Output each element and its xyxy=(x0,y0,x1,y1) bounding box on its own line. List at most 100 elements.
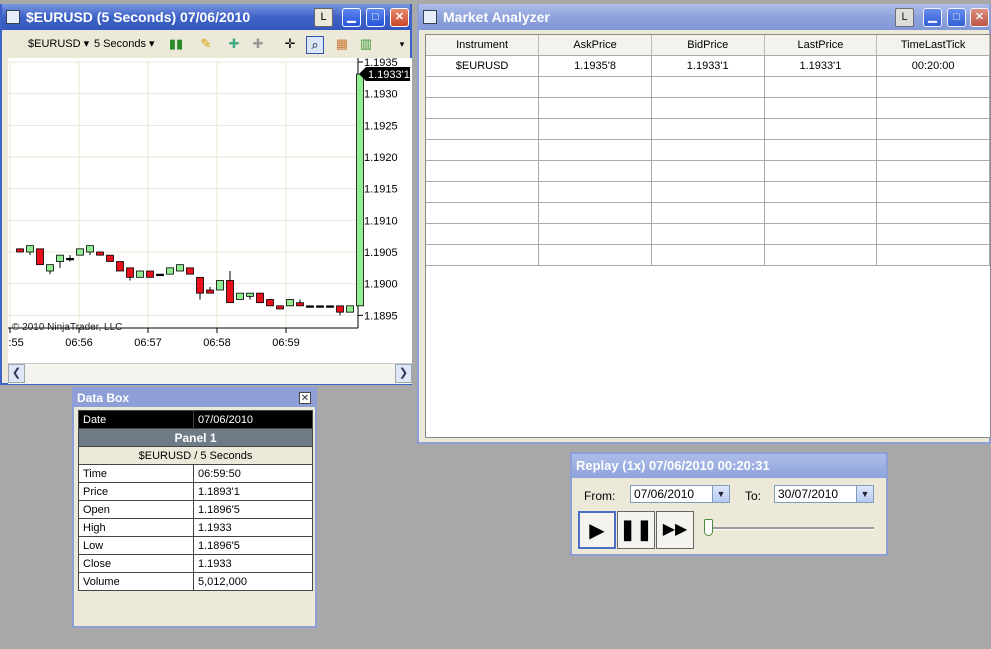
from-date-value: 07/06/2010 xyxy=(634,487,695,501)
data-box-row: High 1.1933 xyxy=(78,518,313,537)
interval-dropdown[interactable]: 5 Seconds ▾ xyxy=(94,37,155,50)
crosshair-icon[interactable]: ✛ xyxy=(282,36,298,52)
from-date-picker[interactable]: 07/06/2010 ▼ xyxy=(630,485,730,503)
ma-minimize-button[interactable]: ▁ xyxy=(923,8,942,27)
ma-header-row: Instrument AskPrice BidPrice LastPrice TimeL… xyxy=(426,35,990,56)
data-box-value: 1.1896'5 xyxy=(193,536,313,555)
data-box-value: 1.1933 xyxy=(193,554,313,573)
candle-body xyxy=(116,261,124,272)
chart-titlebar[interactable]: $EURUSD (5 Seconds) 07/06/2010 L ▁ □ ✕ xyxy=(2,4,410,30)
ma-empty-row[interactable] xyxy=(426,76,990,98)
ma-maximize-button[interactable]: □ xyxy=(947,8,966,27)
ma-column-header[interactable]: TimeLastTick xyxy=(876,35,990,56)
candle-body xyxy=(256,292,264,304)
panel-label: Panel 1 xyxy=(78,428,313,447)
candle-body xyxy=(316,305,324,308)
ma-row[interactable]: $EURUSD 1.1935'8 1.1933'1 1.1933'1 00:20:00 xyxy=(426,55,990,77)
maximize-button[interactable]: □ xyxy=(366,8,385,27)
data-box-label: Volume xyxy=(78,572,194,591)
scroll-left-arrow[interactable]: ❮ xyxy=(8,364,25,383)
ma-close-button[interactable]: ✕ xyxy=(970,8,989,27)
data-box-value: 06:59:50 xyxy=(193,464,313,483)
ma-cell xyxy=(764,118,878,140)
chart-window[interactable]: $EURUSD (5 Seconds) 07/06/2010 L ▁ □ ✕ $… xyxy=(0,4,412,385)
from-dropdown-icon[interactable]: ▼ xyxy=(712,486,729,502)
close-button[interactable]: ✕ xyxy=(390,8,409,27)
market-analyzer-titlebar[interactable]: Market Analyzer L ▁ □ ✕ xyxy=(419,4,989,30)
play-button[interactable]: ▶ xyxy=(578,511,616,549)
ma-link-button[interactable]: L xyxy=(895,8,914,27)
data-box-close-icon[interactable]: ✕ xyxy=(299,392,311,404)
ma-cell: 1.1933'1 xyxy=(764,55,878,77)
replay-slider-track[interactable] xyxy=(704,527,874,530)
ma-cell xyxy=(538,139,652,161)
fast-forward-button[interactable]: ▶▶ xyxy=(656,511,694,549)
data-box-value: 1.1893'1 xyxy=(193,482,313,501)
ma-column-header[interactable]: Instrument xyxy=(426,35,540,56)
ma-cell xyxy=(876,97,990,119)
to-dropdown-icon[interactable]: ▼ xyxy=(856,486,873,502)
data-box-label: Price xyxy=(78,482,194,501)
market-analyzer-window[interactable]: Market Analyzer L ▁ □ ✕ Instrument AskPri… xyxy=(417,4,991,444)
ma-cell xyxy=(651,181,765,203)
minimize-button[interactable]: ▁ xyxy=(342,8,361,27)
chart-style-icon[interactable]: ▮▮ xyxy=(168,36,184,52)
ma-empty-row[interactable] xyxy=(426,97,990,119)
time-tick-label: 06:59 xyxy=(272,337,300,349)
replay-window[interactable]: Replay (1x) 07/06/2010 00:20:31 From: 07… xyxy=(570,452,888,556)
ma-empty-row[interactable] xyxy=(426,139,990,161)
ma-empty-row[interactable] xyxy=(426,181,990,203)
link-button[interactable]: L xyxy=(314,8,333,27)
candle-body xyxy=(66,257,74,261)
pause-button[interactable]: ❚❚ xyxy=(617,511,655,549)
ma-cell xyxy=(426,118,540,140)
ma-cell xyxy=(538,223,652,245)
ma-cell xyxy=(651,202,765,224)
ma-cell xyxy=(426,202,540,224)
ma-empty-row[interactable] xyxy=(426,160,990,182)
candle-body xyxy=(206,289,214,294)
data-box-value: 1.1896'5 xyxy=(193,500,313,519)
ma-empty-row[interactable] xyxy=(426,223,990,245)
candle-body xyxy=(296,302,304,307)
candle-body xyxy=(336,305,344,313)
ma-cell xyxy=(651,118,765,140)
data-box-label: Open xyxy=(78,500,194,519)
ma-cell xyxy=(764,202,878,224)
chart-scrollbar[interactable]: ❮ ❯ xyxy=(8,363,412,384)
ma-empty-row[interactable] xyxy=(426,202,990,224)
ma-cell xyxy=(651,76,765,98)
strategy-icon[interactable]: ✚ xyxy=(250,36,266,52)
zoom-icon[interactable]: ⌕ xyxy=(306,36,324,54)
candle-body xyxy=(346,305,354,313)
replay-slider-thumb[interactable] xyxy=(704,519,713,536)
ma-cell xyxy=(538,181,652,203)
toolbar-overflow-icon[interactable]: ▾ xyxy=(394,36,410,52)
data-box-window[interactable]: Data Box ✕ Date 07/06/2010 Panel 1 $EURU… xyxy=(72,387,317,628)
ma-empty-row[interactable] xyxy=(426,118,990,140)
to-label: To: xyxy=(745,489,762,503)
ma-cell xyxy=(876,181,990,203)
price-chart[interactable]: 1.1935 1.1930 1.1925 1.1920 1.1915 1.1910 1.19… xyxy=(0,57,412,363)
indicator-icon[interactable]: ✚ xyxy=(226,36,242,52)
ma-empty-row[interactable] xyxy=(426,244,990,266)
ma-cell xyxy=(426,97,540,119)
properties-icon[interactable]: ▦ xyxy=(334,36,350,52)
instrument-label: $EURUSD / 5 Seconds xyxy=(78,446,313,465)
data-series-icon[interactable]: ▥ xyxy=(358,36,374,52)
data-box-label: Time xyxy=(78,464,194,483)
chart-svg: 1.19351.19301.19251.19201.19151.19101.19… xyxy=(0,57,410,349)
scroll-right-arrow[interactable]: ❯ xyxy=(395,364,412,383)
candle-body xyxy=(356,73,364,307)
data-box-value: 5,012,000 xyxy=(193,572,313,591)
instrument-dropdown[interactable]: $EURUSD ▾ xyxy=(28,37,89,50)
ma-cell xyxy=(651,244,765,266)
ma-cell xyxy=(426,160,540,182)
ma-column-header[interactable]: LastPrice xyxy=(764,35,878,56)
ma-column-header[interactable]: BidPrice xyxy=(651,35,765,56)
instrument-row: $EURUSD / 5 Seconds xyxy=(78,446,313,465)
market-analyzer-grid[interactable]: Instrument AskPrice BidPrice LastPrice TimeL… xyxy=(425,34,991,438)
to-date-picker[interactable]: 30/07/2010 ▼ xyxy=(774,485,874,503)
ma-column-header[interactable]: AskPrice xyxy=(538,35,652,56)
drawing-tool-icon[interactable]: ✎ xyxy=(198,36,214,52)
